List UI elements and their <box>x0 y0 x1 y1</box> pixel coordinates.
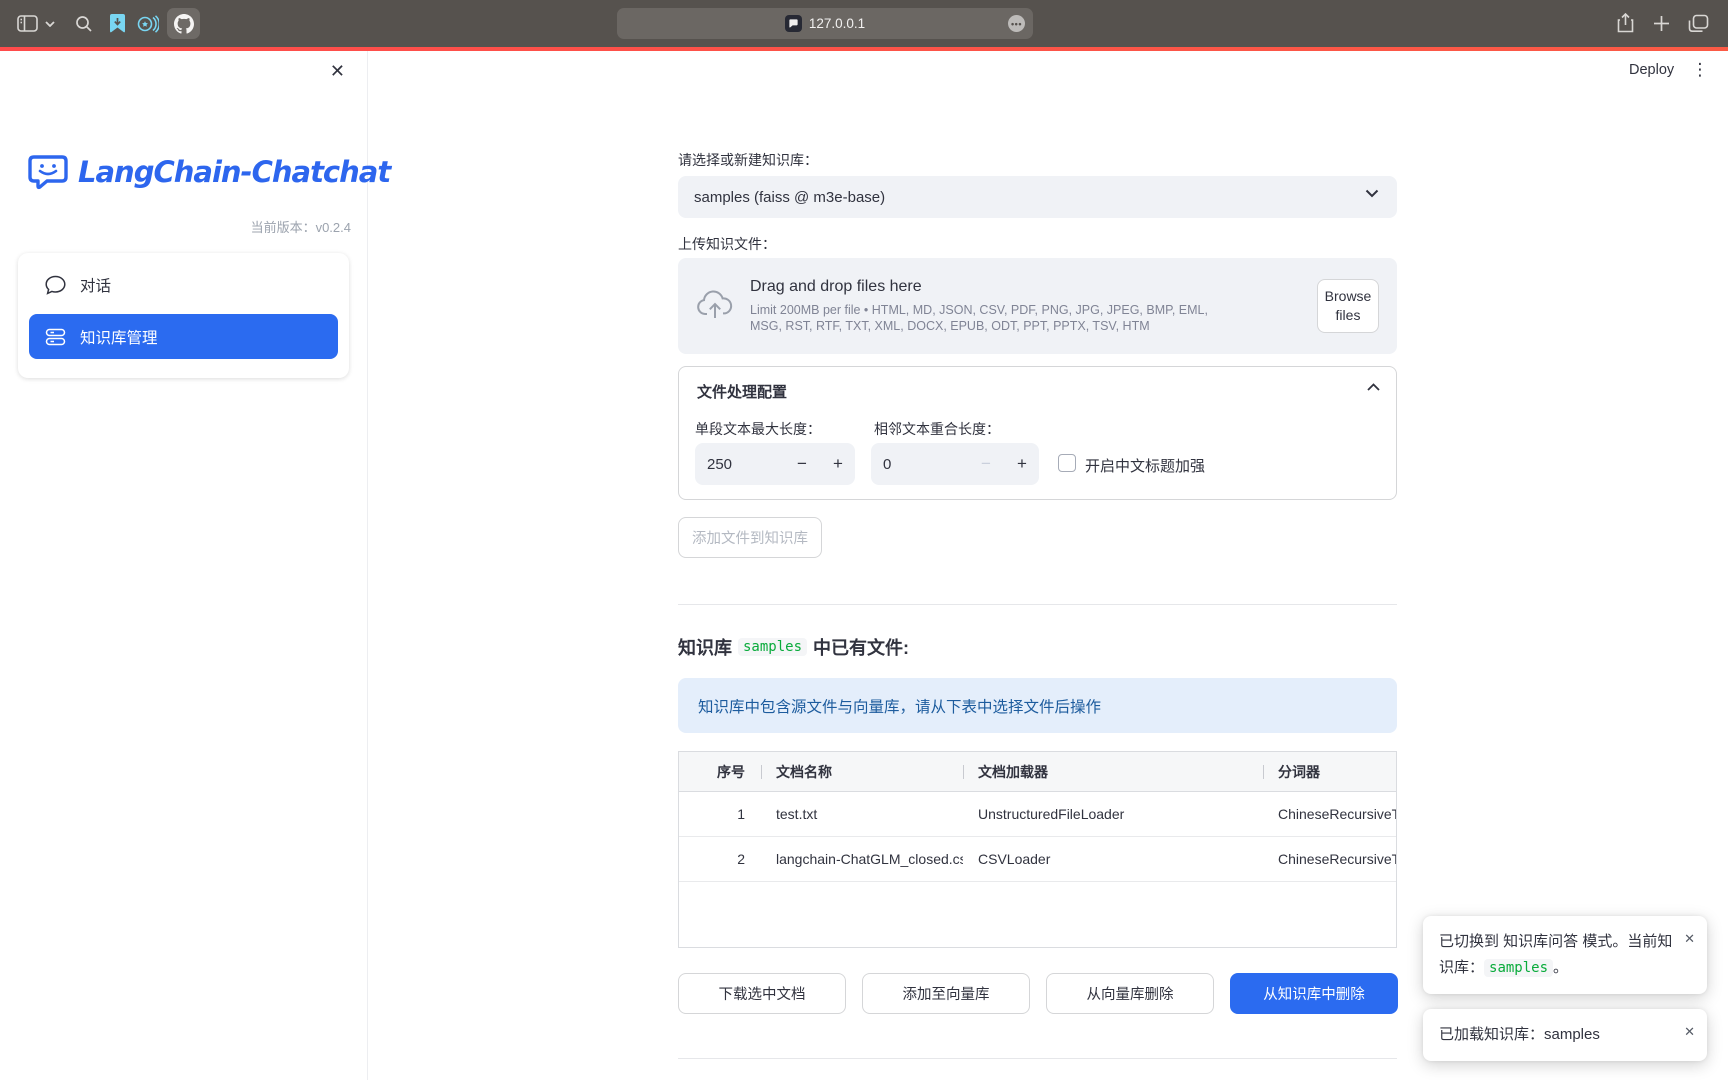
browser-toolbar: 127.0.0.1 ••• <box>0 0 1728 47</box>
chevron-down-icon[interactable] <box>43 0 57 47</box>
file-config-expander: 文件处理配置 单段文本最大长度： 相邻文本重合长度： 250 − + 0 − +… <box>678 366 1397 500</box>
delete-from-kb-button[interactable]: 从知识库中删除 <box>1230 973 1398 1014</box>
col-header-splitter[interactable]: 分词器 <box>1263 752 1396 791</box>
toast-close-icon[interactable]: ✕ <box>1684 926 1695 952</box>
overlap-size-value: 0 <box>883 456 891 473</box>
logo-text: LangChain-Chatchat <box>78 155 390 189</box>
zh-title-checkbox[interactable] <box>1058 454 1076 472</box>
chat-bubble-icon <box>45 275 66 295</box>
url-text: 127.0.0.1 <box>809 16 865 31</box>
main-menu-kebab-icon[interactable]: ⋮ <box>1688 58 1712 82</box>
table-row[interactable]: 1 test.txt UnstructuredFileLoader Chines… <box>679 792 1396 837</box>
sidebar-menu: 对话 知识库管理 <box>18 253 349 378</box>
kb-files-heading: 知识库 samples 中已有文件: <box>678 634 909 660</box>
sidebar-item-label: 对话 <box>80 274 111 296</box>
version-label: 当前版本：v0.2.4 <box>251 217 351 236</box>
cell-splitter: ChineseRecursiveT <box>1263 792 1396 836</box>
table-header-row: 序号 文档名称 文档加载器 分词器 <box>679 752 1396 792</box>
toast-mode-switched: 已切换到 知识库问答 模式。当前知识库：samples。 ✕ <box>1423 916 1707 994</box>
overlap-minus-button[interactable]: − <box>971 443 1001 485</box>
kb-selected-value: samples (faiss @ m3e-base) <box>694 189 885 206</box>
deploy-button[interactable]: Deploy <box>1629 62 1674 78</box>
table-row[interactable]: 2 langchain-ChatGLM_closed.csv CSVLoader… <box>679 837 1396 882</box>
kb-select-label: 请选择或新建知识库： <box>678 150 818 170</box>
sidebar-item-knowledge-base[interactable]: 知识库管理 <box>29 314 338 359</box>
upload-label: 上传知识文件： <box>678 234 776 254</box>
divider <box>678 604 1397 605</box>
active-tab-github[interactable] <box>167 8 200 39</box>
overlap-plus-button[interactable]: + <box>1007 443 1037 485</box>
sidebar-item-chat[interactable]: 对话 <box>29 262 338 307</box>
dropzone-limit: Limit 200MB per file • HTML, MD, JSON, C… <box>750 302 1235 334</box>
kb-heading-prefix: 知识库 <box>678 634 732 660</box>
file-actions: 下载选中文档 添加至向量库 从向量库删除 从知识库中删除 <box>678 973 1397 1014</box>
kb-name-code: samples <box>738 638 807 656</box>
cell-loader: UnstructuredFileLoader <box>963 792 1263 836</box>
chunk-minus-button[interactable]: − <box>787 443 817 485</box>
url-more-icon[interactable]: ••• <box>1008 15 1025 32</box>
cell-docname: test.txt <box>761 792 963 836</box>
col-header-index[interactable]: 序号 <box>679 752 761 791</box>
chunk-size-input[interactable]: 250 − + <box>695 443 855 485</box>
toast-close-icon[interactable]: ✕ <box>1684 1019 1695 1045</box>
cell-loader: CSVLoader <box>963 837 1263 881</box>
logo: LangChain-Chatchat <box>28 154 390 190</box>
divider <box>678 1058 1397 1059</box>
logo-chat-icon <box>28 154 68 190</box>
kb-selectbox[interactable]: samples (faiss @ m3e-base) <box>678 176 1397 218</box>
new-tab-icon[interactable] <box>1647 0 1675 47</box>
col-header-docname[interactable]: 文档名称 <box>761 752 963 791</box>
pinned-tab-bookmark-icon[interactable] <box>104 0 130 47</box>
database-icon <box>45 328 66 346</box>
download-selected-button[interactable]: 下载选中文档 <box>678 973 846 1014</box>
zh-title-checkbox-label: 开启中文标题加强 <box>1085 455 1205 476</box>
toast-text: 已加载知识库：samples <box>1439 1026 1600 1043</box>
chevron-down-icon <box>1365 189 1379 198</box>
github-icon <box>174 14 194 34</box>
expander-title: 文件处理配置 <box>697 381 787 402</box>
kb-heading-suffix: 中已有文件: <box>813 634 909 660</box>
overlap-size-label: 相邻文本重合长度： <box>874 419 1000 439</box>
browse-files-button[interactable]: Browse files <box>1317 279 1379 333</box>
cloud-upload-icon <box>696 287 734 325</box>
cell-splitter: ChineseRecursiveT <box>1263 837 1396 881</box>
sidebar: ✕ LangChain-Chatchat 当前版本：v0.2.4 对话 <box>0 51 368 1080</box>
overlap-size-input[interactable]: 0 − + <box>871 443 1039 485</box>
cell-docname: langchain-ChatGLM_closed.csv <box>761 837 963 881</box>
tab-overview-icon[interactable] <box>1683 0 1713 47</box>
share-icon[interactable] <box>1611 0 1639 47</box>
file-dropzone[interactable]: Drag and drop files here Limit 200MB per… <box>678 258 1397 354</box>
pinned-tab-circles-icon[interactable] <box>135 0 161 47</box>
add-to-vectorstore-button[interactable]: 添加至向量库 <box>862 973 1030 1014</box>
site-favicon <box>785 15 802 32</box>
toast-kb-loaded: 已加载知识库：samples ✕ <box>1423 1009 1707 1061</box>
url-bar[interactable]: 127.0.0.1 ••• <box>617 8 1033 39</box>
toast-kb-code: samples <box>1484 959 1553 977</box>
app-window: 127.0.0.1 ••• Deploy ⋮ ✕ LangChain-Chatc… <box>0 0 1728 1080</box>
files-table: 序号 文档名称 文档加载器 分词器 1 test.txt Unstructure… <box>678 751 1397 948</box>
info-alert: 知识库中包含源文件与向量库，请从下表中选择文件后操作 <box>678 678 1397 733</box>
page: Deploy ⋮ ✕ LangChain-Chatchat 当前版本：v0.2.… <box>0 51 1728 1080</box>
chunk-size-value: 250 <box>707 456 732 473</box>
col-header-loader[interactable]: 文档加载器 <box>963 752 1263 791</box>
cell-index: 1 <box>679 792 761 836</box>
chevron-up-icon <box>1367 383 1380 391</box>
expander-header[interactable]: 文件处理配置 <box>679 367 1396 415</box>
chunk-plus-button[interactable]: + <box>823 443 853 485</box>
cell-index: 2 <box>679 837 761 881</box>
delete-from-vectorstore-button[interactable]: 从向量库删除 <box>1046 973 1214 1014</box>
sidebar-close-icon[interactable]: ✕ <box>330 60 345 82</box>
toast-text-suffix: 。 <box>1553 959 1568 976</box>
sidebar-toggle-icon[interactable] <box>14 0 40 47</box>
sidebar-item-label: 知识库管理 <box>80 326 158 348</box>
info-text: 知识库中包含源文件与向量库，请从下表中选择文件后操作 <box>698 695 1101 717</box>
chunk-size-label: 单段文本最大长度： <box>695 419 821 439</box>
dropzone-text: Drag and drop files here Limit 200MB per… <box>750 278 1317 334</box>
dropzone-title: Drag and drop files here <box>750 278 1317 296</box>
search-icon[interactable] <box>72 0 96 47</box>
add-files-button[interactable]: 添加文件到知识库 <box>678 517 822 558</box>
